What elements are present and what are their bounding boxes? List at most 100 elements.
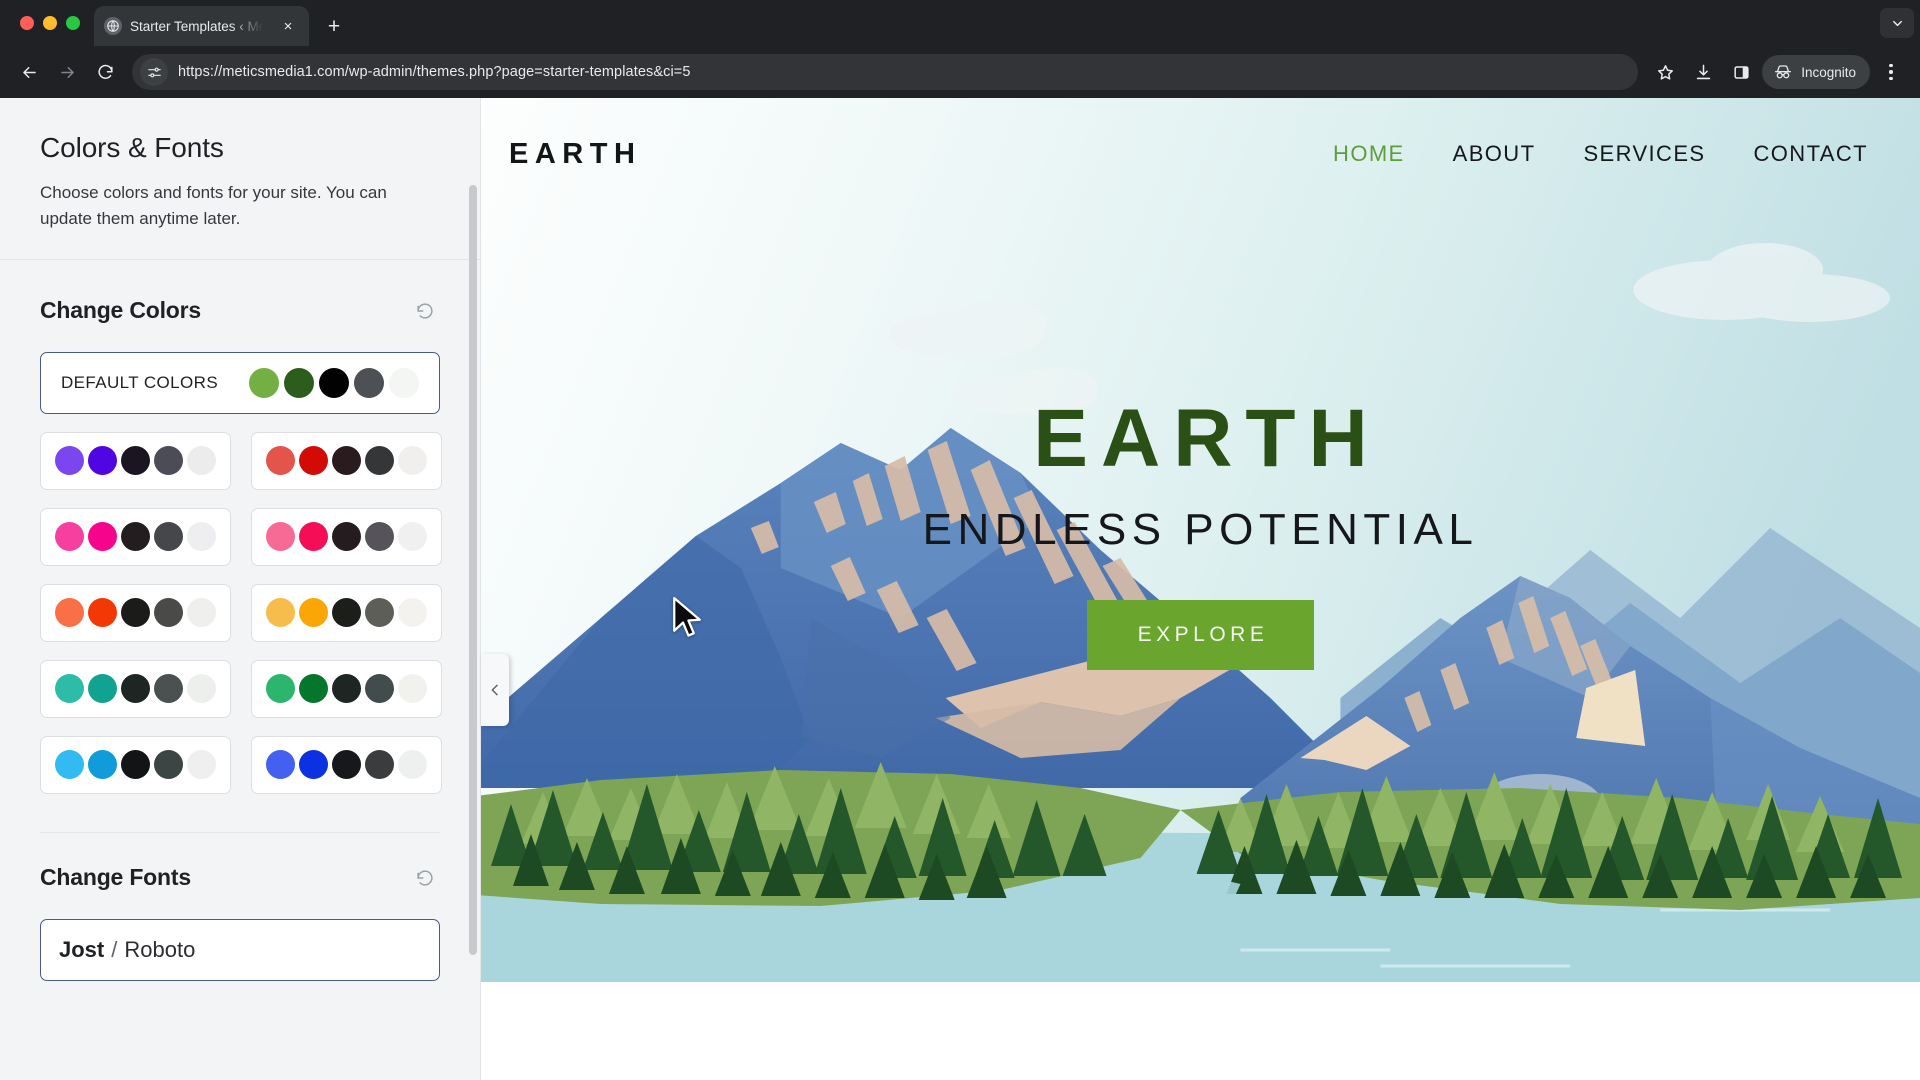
color-swatch — [299, 598, 328, 628]
color-swatch — [249, 367, 279, 398]
color-swatch — [121, 750, 150, 780]
palette-card-blue[interactable] — [251, 735, 442, 794]
color-swatch — [187, 522, 216, 552]
explore-button[interactable]: EXPLORE — [1086, 600, 1315, 670]
side-panel-icon[interactable] — [1724, 55, 1758, 89]
color-swatch — [354, 367, 384, 398]
palette-card-rose[interactable] — [251, 507, 442, 566]
color-swatch — [88, 446, 117, 476]
palette-default-colors[interactable]: DEFAULT COLORS — [40, 351, 440, 414]
color-swatch — [88, 750, 117, 780]
color-swatch — [319, 367, 349, 398]
palette-card-teal[interactable] — [40, 659, 231, 718]
chevron-down-icon[interactable] — [1880, 8, 1914, 38]
color-swatch — [154, 446, 183, 476]
font-primary-name: Jost — [59, 936, 105, 962]
color-swatch — [187, 674, 216, 704]
tab-strip-right — [1880, 0, 1920, 46]
nav-link-about[interactable]: ABOUT — [1453, 141, 1536, 167]
palette-card-orange[interactable] — [40, 583, 231, 642]
palette-card-purple[interactable] — [40, 431, 231, 490]
palette-card-magenta[interactable] — [40, 507, 231, 566]
color-swatch — [332, 598, 361, 628]
reload-icon[interactable] — [88, 55, 122, 89]
color-swatch — [154, 522, 183, 552]
color-swatch — [55, 598, 84, 628]
palette-card-red[interactable] — [251, 431, 442, 490]
window-controls — [16, 0, 94, 46]
site-nav-menu: HOME ABOUT SERVICES CONTACT — [1333, 141, 1868, 167]
color-swatch — [299, 522, 328, 552]
color-swatch — [121, 598, 150, 628]
collapse-sidebar-button[interactable] — [481, 654, 509, 726]
mountain-lake-forest-illustration — [481, 98, 1920, 982]
color-swatch — [55, 674, 84, 704]
color-swatch — [299, 674, 328, 704]
palette-swatches — [55, 522, 216, 552]
site-preview: EARTH HOME ABOUT SERVICES CONTACT EARTH END… — [481, 98, 1920, 1080]
sidebar-header: Colors & Fonts Choose colors and fonts f… — [0, 98, 480, 260]
palette-card-green[interactable] — [251, 659, 442, 718]
palette-default-label: DEFAULT COLORS — [61, 372, 219, 392]
palette-swatches — [266, 446, 427, 476]
font-separator: / — [111, 936, 118, 962]
site-logo[interactable]: EARTH — [509, 138, 641, 171]
forward-arrow-icon[interactable] — [50, 55, 84, 89]
palette-swatches — [249, 367, 419, 398]
sidebar-scrollbar[interactable] — [466, 98, 480, 1080]
new-tab-button[interactable]: + — [317, 9, 351, 43]
download-icon[interactable] — [1686, 55, 1720, 89]
back-arrow-icon[interactable] — [12, 55, 46, 89]
minimize-window-button[interactable] — [43, 16, 57, 30]
color-swatch — [55, 750, 84, 780]
page-settings-icon[interactable] — [140, 58, 168, 86]
color-swatch — [121, 674, 150, 704]
palette-grid — [40, 431, 442, 794]
page-title: Colors & Fonts — [40, 132, 224, 163]
three-dot-menu-icon[interactable] — [1874, 55, 1908, 89]
page-viewport: Colors & Fonts Choose colors and fonts f… — [0, 98, 1920, 1080]
nav-link-home[interactable]: HOME — [1333, 141, 1405, 167]
star-icon[interactable] — [1648, 55, 1682, 89]
color-swatch — [389, 367, 419, 398]
color-swatch — [365, 446, 394, 476]
color-swatch — [266, 674, 295, 704]
color-swatch — [299, 750, 328, 780]
color-swatch — [88, 674, 117, 704]
incognito-icon — [1775, 65, 1792, 79]
color-swatch — [88, 522, 117, 552]
globe-icon — [104, 17, 122, 35]
color-swatch — [266, 598, 295, 628]
nav-link-contact[interactable]: CONTACT — [1754, 141, 1869, 167]
color-swatch — [398, 522, 427, 552]
color-swatch — [55, 446, 84, 476]
reset-colors-icon[interactable] — [410, 296, 440, 326]
color-swatch — [332, 446, 361, 476]
chevron-left-icon — [491, 684, 498, 696]
color-swatch — [398, 598, 427, 628]
address-bar[interactable]: https://meticsmedia1.com/wp-admin/themes… — [132, 54, 1639, 90]
palette-card-sky[interactable] — [40, 735, 231, 794]
incognito-indicator[interactable]: Incognito — [1762, 55, 1870, 89]
color-swatch — [154, 598, 183, 628]
color-swatch — [154, 750, 183, 780]
color-swatch — [187, 598, 216, 628]
site-navbar: EARTH HOME ABOUT SERVICES CONTACT — [481, 98, 1920, 210]
browser-window: Starter Templates ‹ Metics M × + https:/… — [0, 0, 1920, 1080]
scrollbar-thumb[interactable] — [469, 185, 477, 955]
color-swatch — [365, 522, 394, 552]
palette-swatches — [55, 674, 216, 704]
close-tab-button[interactable]: × — [277, 15, 299, 37]
maximize-window-button[interactable] — [66, 16, 80, 30]
nav-link-services[interactable]: SERVICES — [1583, 141, 1705, 167]
change-colors-title: Change Colors — [40, 297, 201, 324]
palette-card-amber[interactable] — [251, 583, 442, 642]
change-colors-header: Change Colors — [40, 296, 440, 326]
reset-fonts-icon[interactable] — [410, 863, 440, 893]
close-window-button[interactable] — [20, 16, 34, 30]
browser-tab[interactable]: Starter Templates ‹ Metics M × — [94, 6, 309, 46]
font-pair-selector[interactable]: Jost / Roboto — [40, 918, 440, 981]
tab-title: Starter Templates ‹ Metics M — [130, 18, 269, 34]
color-swatch — [398, 446, 427, 476]
color-swatch — [284, 367, 314, 398]
